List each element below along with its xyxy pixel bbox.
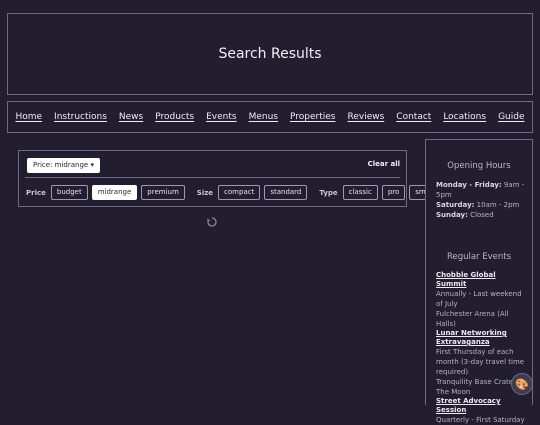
filter-option-budget[interactable]: budget — [50, 185, 88, 200]
event-schedule: Quarterly - First Saturday — [436, 416, 525, 424]
filter-option-standard[interactable]: standard — [264, 185, 308, 200]
nav-link-reviews[interactable]: Reviews — [347, 112, 384, 122]
theme-switcher-button[interactable]: 🎨 — [511, 373, 533, 395]
event-item: Chobble Global Summit Annually - Last we… — [436, 271, 528, 329]
nav-link-home[interactable]: Home — [15, 112, 42, 122]
event-link[interactable]: Chobble Global Summit — [436, 271, 528, 289]
opening-hours-title: Opening Hours — [447, 161, 511, 171]
palette-icon: 🎨 — [515, 377, 529, 391]
filter-option-classic[interactable]: classic — [342, 185, 378, 200]
regular-events-list: Chobble Global Summit Annually - Last we… — [436, 271, 528, 425]
filter-options-row: Price budget midrange premium Size compa… — [26, 185, 442, 200]
clear-all-button[interactable]: Clear all — [368, 160, 400, 168]
loading-spinner-icon — [207, 217, 217, 227]
filter-panel: Price: midrange ▾ Clear all Price budget… — [18, 150, 442, 207]
filter-option-compact[interactable]: compact — [218, 185, 261, 200]
nav-link-products[interactable]: Products — [155, 112, 194, 122]
filter-group-label-type: Type — [319, 188, 338, 197]
event-link[interactable]: Lunar Networking Extravaganza — [436, 329, 528, 347]
hours-row: Sunday: Closed — [436, 211, 494, 219]
nav-link-guide[interactable]: Guide — [498, 112, 524, 122]
event-location: Fulchester Arena (All Halls) — [436, 310, 509, 328]
nav-link-instructions[interactable]: Instructions — [54, 112, 107, 122]
active-filter-chip[interactable]: Price: midrange ▾ — [27, 158, 100, 173]
sidebar: Opening Hours Monday - Friday: 9am - 5pm… — [425, 139, 533, 424]
nav-link-properties[interactable]: Properties — [290, 112, 335, 122]
event-schedule: Annually - Last weekend of July — [436, 290, 522, 308]
nav-link-events[interactable]: Events — [206, 112, 236, 122]
event-item: Street Advocacy Session Quarterly - Firs… — [436, 397, 528, 425]
filter-group-label-price: Price — [26, 188, 46, 197]
opening-hours-list: Monday - Friday: 9am - 5pm Saturday: 10a… — [436, 180, 532, 220]
hours-row: Monday - Friday: 9am - 5pm — [436, 181, 525, 199]
event-link[interactable]: Street Advocacy Session — [436, 397, 528, 415]
filter-option-pro[interactable]: pro — [381, 185, 406, 200]
nav-link-news[interactable]: News — [119, 112, 143, 122]
filter-option-midrange[interactable]: midrange — [91, 185, 138, 200]
main-nav: Home Instructions News Products Events M… — [7, 101, 533, 133]
nav-link-contact[interactable]: Contact — [396, 112, 431, 122]
event-schedule: First Thursday of each month (3-day trav… — [436, 348, 525, 376]
hours-row: Saturday: 10am - 2pm — [436, 201, 520, 209]
regular-events-title: Regular Events — [446, 252, 512, 262]
page-title: Search Results — [218, 46, 322, 62]
nav-link-menus[interactable]: Menus — [249, 112, 278, 122]
filter-option-premium[interactable]: premium — [141, 185, 185, 200]
filter-group-label-size: Size — [196, 188, 214, 197]
filter-divider — [25, 177, 400, 178]
page-header: Search Results — [7, 13, 533, 95]
nav-link-locations[interactable]: Locations — [443, 112, 486, 122]
